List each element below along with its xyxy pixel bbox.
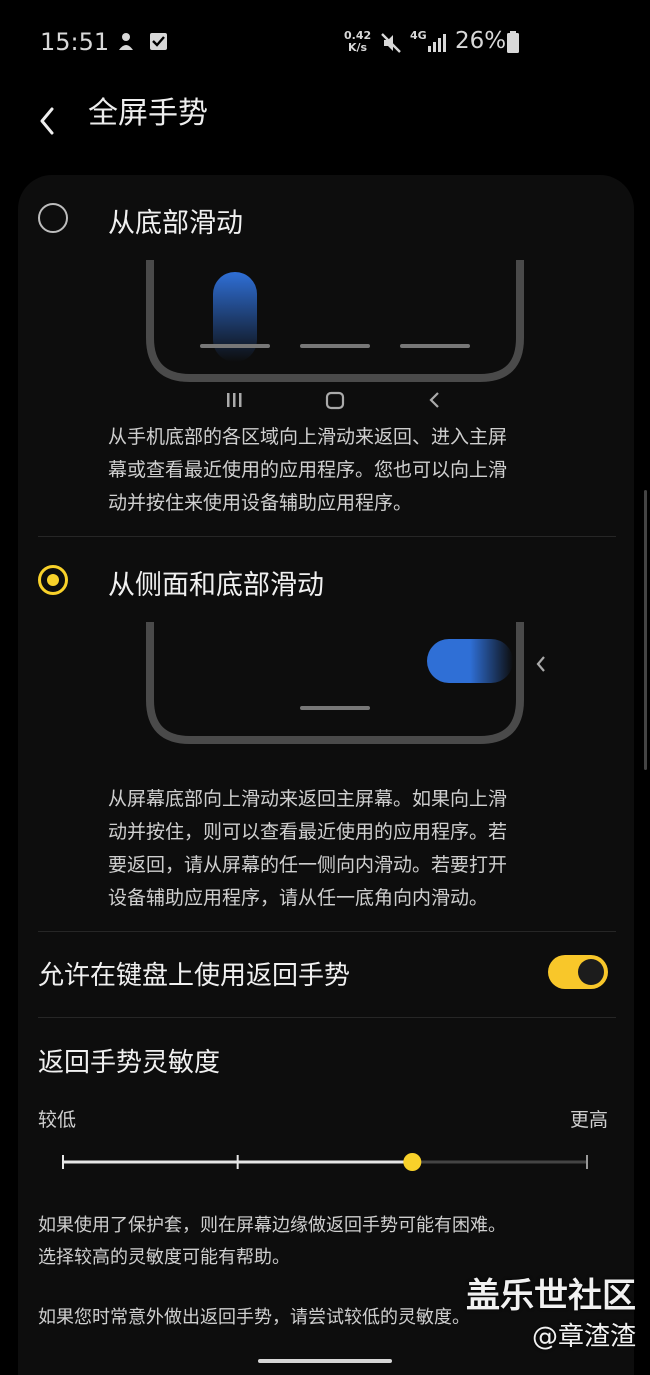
description-line: 要返回，请从屏幕的任一侧向内滑动。若要打开 <box>108 854 508 876</box>
net-speed-unit: K/s <box>348 41 368 54</box>
chevron-left-icon <box>40 107 54 135</box>
radio-swipe-from-bottom[interactable] <box>38 203 68 233</box>
description-line: 动并按住来使用设备辅助应用程序。 <box>108 492 413 514</box>
toggle-knob <box>578 959 604 985</box>
divider <box>38 1017 616 1018</box>
battery-icon <box>507 31 519 53</box>
description-line: 从屏幕底部向上滑动来返回主屏幕。如果向上滑 <box>108 788 508 810</box>
scroll-indicator <box>644 490 647 770</box>
description-line: 从手机底部的各区域向上滑动来返回、进入主屏 <box>108 426 508 448</box>
keyboard-back-gesture-label: 允许在键盘上使用返回手势 <box>38 961 351 991</box>
net-speed: 0.42 K/s <box>344 30 371 54</box>
option-description: 从屏幕底部向上滑动来返回主屏幕。如果向上滑 动并按住，则可以查看最近使用的应用程… <box>108 783 578 915</box>
signal-icon <box>428 34 446 52</box>
home-icon <box>325 391 345 410</box>
gesture-hint-bar <box>200 344 270 348</box>
description-line: 设备辅助应用程序，请从任一底角向内滑动。 <box>108 887 489 909</box>
swipe-from-bottom-illustration <box>146 260 524 410</box>
gesture-hint-bar <box>400 344 470 348</box>
slider-thumb[interactable] <box>403 1153 422 1171</box>
divider <box>38 536 616 537</box>
keyboard-back-gesture-toggle[interactable] <box>548 955 608 989</box>
sensitivity-high-label: 更高 <box>570 1109 609 1131</box>
battery-percentage: 26% <box>455 28 507 54</box>
description-line: 幕或查看最近使用的应用程序。您也可以向上滑 <box>108 459 508 481</box>
watermark-user: @章渣渣 <box>531 1322 636 1352</box>
option-description: 从手机底部的各区域向上滑动来返回、进入主屏 幕或查看最近使用的应用程序。您也可以… <box>108 421 578 520</box>
mute-icon <box>381 33 401 53</box>
recents-icon <box>227 393 242 407</box>
sensitivity-low-label: 较低 <box>38 1109 77 1131</box>
sensitivity-note: 如果使用了保护套，则在屏幕边缘做返回手势可能有困难。 选择较高的灵敏度可能有帮助… <box>38 1210 628 1274</box>
sensitivity-title: 返回手势灵敏度 <box>38 1048 221 1078</box>
note-line: 如果使用了保护套，则在屏幕边缘做返回手势可能有困难。 <box>38 1215 506 1236</box>
notification-app-icon <box>119 33 167 50</box>
swipe-gesture-indicator <box>427 639 513 683</box>
option-title: 从侧面和底部滑动 <box>108 570 324 601</box>
status-time: 15:51 <box>40 28 110 56</box>
swipe-gesture-indicator <box>213 272 257 362</box>
page-title: 全屏手势 <box>88 96 208 131</box>
app-header: 全屏手势 <box>0 84 650 154</box>
back-nav-icon <box>429 392 439 408</box>
back-nav-icon <box>536 656 545 672</box>
sensitivity-slider[interactable] <box>50 1144 602 1180</box>
gesture-hint-bar <box>300 344 370 348</box>
divider <box>38 931 616 932</box>
description-line: 动并按住，则可以查看最近使用的应用程序。若 <box>108 821 508 843</box>
status-notification-icons <box>116 30 176 54</box>
status-bar: 15:51 0.42 K/s 4G 26% <box>0 0 650 84</box>
option-title: 从底部滑动 <box>108 208 243 239</box>
swipe-from-sides-illustration <box>146 622 545 744</box>
home-indicator[interactable] <box>258 1359 392 1363</box>
back-button[interactable] <box>30 94 70 144</box>
radio-swipe-from-sides-and-bottom[interactable] <box>38 565 68 595</box>
watermark-community: 盖乐世社区 <box>466 1276 636 1316</box>
gesture-hint-bar <box>300 706 370 710</box>
